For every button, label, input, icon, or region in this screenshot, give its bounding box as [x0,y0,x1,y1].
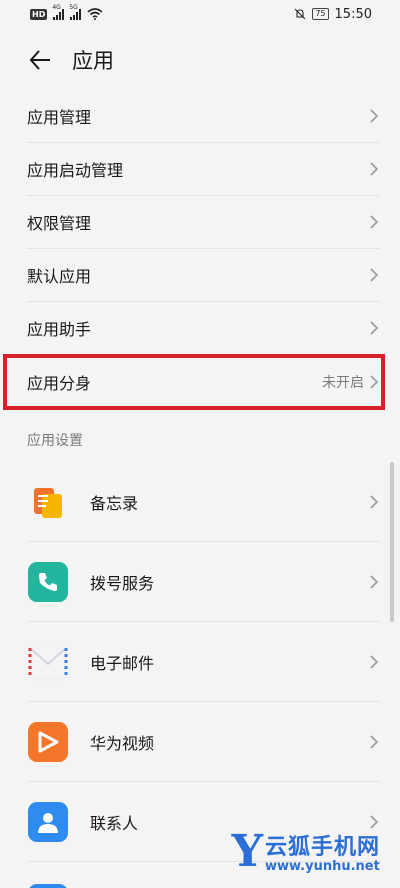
header: 应用 [0,38,400,82]
signal-type-label-2: 5G [69,3,78,11]
chevron-right-icon [370,654,379,669]
menu-item-value: 未开启 [322,374,364,391]
menu-item-app-twin[interactable]: 应用分身 未开启 [27,355,380,408]
menu-item-app-management[interactable]: 应用管理 [27,90,380,143]
menu-item-default-apps[interactable]: 默认应用 [27,249,380,302]
status-bar: HD 4G 5G 75 15:50 [0,0,400,28]
chevron-right-icon [370,162,379,176]
app-item-label: 备忘录 [90,493,139,513]
app-item-notes[interactable]: 备忘录 [28,462,380,542]
section-title: 应用设置 [27,433,83,449]
app-list: 备忘录 拨号服务 电子邮件 华为视频 联系人 [0,462,400,862]
contacts-icon [28,801,68,842]
chevron-right-icon [370,109,379,123]
app-item-dialer[interactable]: 拨号服务 [28,542,380,622]
notes-icon [28,482,68,522]
menu-item-label: 默认应用 [27,267,92,286]
app-item-label: 华为视频 [90,733,155,753]
menu-item-app-assistant[interactable]: 应用助手 [27,302,380,355]
signal-icon-2: 5G [69,4,82,20]
app-item-email[interactable]: 电子邮件 [28,622,380,702]
hd-badge: HD [30,8,48,20]
signal-icon: 4G [52,4,65,20]
partial-app-icon [28,884,68,888]
chevron-right-icon [370,215,379,229]
menu-item-label: 应用管理 [27,108,92,127]
menu-item-label: 权限管理 [27,214,92,233]
chevron-right-icon [370,374,379,389]
chevron-right-icon [370,494,379,509]
app-item-label: 拨号服务 [90,573,155,593]
back-button[interactable] [18,38,62,82]
menu-item-label: 应用启动管理 [27,161,124,180]
menu-item-permissions[interactable]: 权限管理 [27,196,380,249]
scrollbar[interactable] [390,462,394,622]
chevron-right-icon [370,321,379,335]
watermark-url: www.yunhu.net [264,859,380,874]
watermark-name: 云狐手机网 [264,835,380,860]
battery-icon: 75 [312,8,329,20]
app-item-label: 电子邮件 [90,653,155,673]
page-title: 应用 [72,49,114,73]
app-item-huawei-video[interactable]: 华为视频 [28,702,380,782]
watermark-letter: Y [231,825,263,877]
mute-bell-icon [294,8,306,20]
chevron-right-icon [370,734,379,749]
chevron-right-icon [370,814,379,829]
chevron-right-icon [370,574,379,589]
watermark-logo: Y 云狐手机网 www.yunhu.net [232,829,380,874]
chevron-right-icon [370,268,379,282]
video-icon [28,721,68,762]
clock: 15:50 [334,6,372,22]
wifi-icon [87,8,103,20]
status-left: HD 4G 5G [30,4,103,20]
arrow-left-icon [29,50,50,70]
signal-type-label: 4G [52,3,61,11]
mail-icon [28,641,68,682]
status-right: 75 15:50 [294,7,372,22]
phone-icon [28,561,68,602]
menu-list: 应用管理 应用启动管理 权限管理 默认应用 应用助手 应用分身 未开启 [0,90,400,408]
menu-item-label: 应用助手 [27,320,92,339]
menu-item-label: 应用分身 [27,373,92,393]
menu-item-app-launch[interactable]: 应用启动管理 [27,143,380,196]
